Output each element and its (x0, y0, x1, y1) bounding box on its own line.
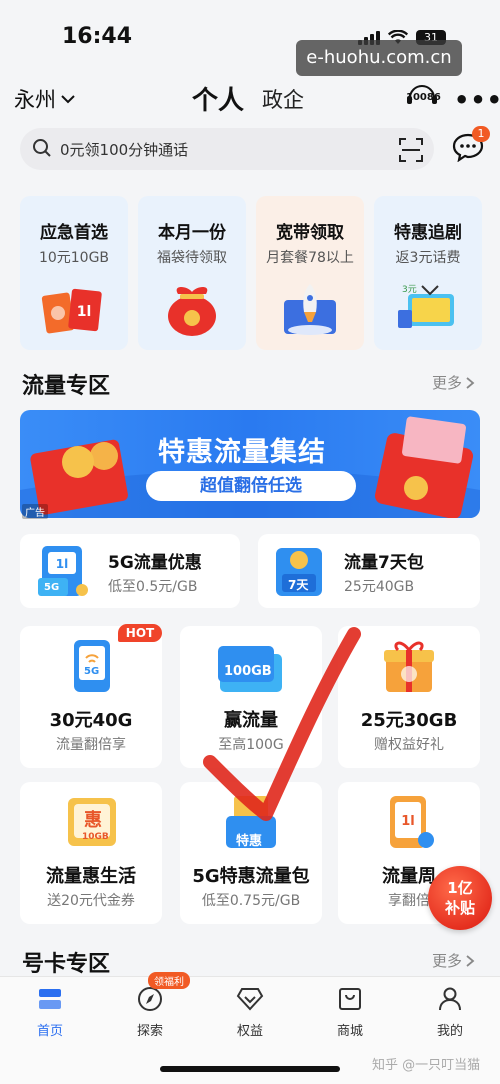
compass-icon (138, 987, 162, 1011)
svg-text:1l: 1l (401, 814, 415, 829)
promo-card-emergency[interactable]: 应急首选 10元10GB 1l (20, 196, 128, 350)
icon-text: 5G (44, 582, 60, 593)
grid-card-sub: 低至0.75元/GB (201, 893, 301, 909)
nav-label: 我的 (436, 1024, 463, 1039)
promo-title: 特惠追剧 (394, 223, 462, 243)
coupon-icon: 1l (41, 288, 102, 334)
tv-icon: 3元 (398, 285, 454, 328)
red-check-mark (203, 627, 361, 821)
nav-label: 权益 (236, 1024, 263, 1039)
flow-card-sub: 25元40GB (344, 579, 415, 595)
grid-card-title: 30元40G (49, 710, 133, 731)
message-badge: 1 (472, 126, 490, 142)
icon-text: 惠 (84, 810, 102, 831)
grid-card-title: 流量惠生活 (46, 866, 136, 887)
promo-sub: 返3元话费 (395, 250, 461, 266)
svg-text:1l: 1l (77, 304, 92, 320)
lucky-bag-icon (168, 287, 216, 336)
promo-title: 宽带领取 (276, 223, 344, 243)
nav-label: 探索 (136, 1024, 163, 1039)
promo-card-broadband[interactable]: 宽带领取 月套餐78以上 (256, 196, 364, 350)
more-icon[interactable]: ••• (454, 86, 500, 114)
flow-card-7day[interactable]: 7天 流量7天包 25元40GB (258, 534, 480, 608)
nav-benefits[interactable]: 权益 (220, 986, 280, 1039)
nav-home[interactable]: 首页 (20, 986, 80, 1039)
section-title-flow: 流量专区 (22, 374, 111, 399)
search-input[interactable]: 0元领100分钟通话 (60, 139, 188, 160)
promo-title: 本月一份 (158, 223, 226, 243)
icon-sub-text: 10GB (82, 832, 109, 842)
promo-sub: 10元10GB (38, 250, 110, 266)
chevron-down-icon (61, 95, 75, 104)
tab-personal[interactable]: 个人 (192, 80, 244, 117)
rocket-icon (284, 284, 336, 335)
ad-tag: 广告 (22, 504, 48, 519)
credit-watermark: 知乎 @一只叮当猫 (372, 1058, 481, 1073)
flow-card-5g[interactable]: 1l 5G 5G流量优惠 低至0.5元/GB (20, 534, 240, 608)
more-link-flow[interactable]: 更多 (432, 372, 475, 393)
more-label: 更多 (432, 952, 463, 970)
svg-text:3元: 3元 (402, 285, 417, 295)
flow-card-sub: 低至0.5元/GB (108, 579, 198, 595)
nav-label: 首页 (36, 1024, 63, 1039)
shop-bag-icon (339, 988, 361, 1010)
fab-line2: 补贴 (444, 899, 475, 917)
fab-line1: 1亿 (447, 879, 473, 897)
chevron-right-icon (466, 376, 475, 389)
search-icon (33, 139, 51, 157)
promo-row: 应急首选 10元10GB 1l 本月一份 福袋待领取 宽带领取 月套餐78以上 … (20, 196, 500, 352)
grid-card-30yuan[interactable]: 5G 30元40G 流量翻倍享 (20, 626, 162, 768)
icon-text: 7天 (288, 578, 309, 592)
section-title-cards: 号卡专区 (22, 952, 111, 977)
more-link-cards[interactable]: 更多 (432, 950, 475, 971)
service-label: 10086 (406, 92, 441, 103)
promo-title: 应急首选 (40, 223, 108, 243)
diamond-icon (236, 988, 264, 1011)
status-time: 16:44 (62, 24, 133, 49)
promo-card-gift[interactable]: 本月一份 福袋待领取 (138, 196, 246, 350)
nav-explore[interactable]: 探索 (120, 986, 180, 1039)
home-icon (39, 989, 61, 1009)
grid-card-title: 5G特惠流量包 (192, 866, 310, 887)
chevron-right-icon (466, 954, 475, 967)
promo-card-drama[interactable]: 特惠追剧 返3元话费 3元 (374, 196, 482, 350)
banner-title: 特惠流量集结 (158, 437, 326, 468)
person-icon (439, 987, 461, 1011)
grid-card-flow-life[interactable]: 惠 10GB 流量惠生活 送20元代金券 (20, 782, 162, 924)
more-label: 更多 (432, 374, 463, 392)
svg-text:1l: 1l (56, 557, 68, 571)
nav-label: 商城 (336, 1024, 363, 1039)
city-label: 永州 (14, 88, 56, 112)
nav-mine[interactable]: 我的 (420, 986, 480, 1039)
customer-service-icon[interactable]: 10086 (402, 82, 442, 112)
scan-icon[interactable] (398, 137, 424, 163)
grid-card-sub: 流量翻倍享 (56, 737, 126, 753)
welfare-badge: 领福利 (148, 972, 190, 989)
watermark: e-huohu.com.cn (296, 40, 462, 76)
promo-sub: 月套餐78以上 (266, 250, 354, 266)
hot-badge: HOT (118, 624, 162, 642)
icon-text: 5G (84, 666, 100, 677)
banner-pill[interactable]: 超值翻倍任选 (146, 471, 356, 501)
tab-gov[interactable]: 政企 (262, 84, 304, 114)
city-selector[interactable]: 永州 (14, 84, 76, 114)
promo-sub: 福袋待领取 (157, 250, 227, 266)
flow-card-title: 5G流量优惠 (108, 553, 202, 573)
home-indicator (160, 1066, 340, 1072)
flow-card-title: 流量7天包 (344, 553, 424, 573)
subsidy-fab[interactable]: 1亿 补贴 (428, 866, 492, 930)
icon-text: 特惠 (236, 834, 263, 849)
phone-clock-icon: 1l (390, 796, 434, 848)
gift-box-icon (384, 641, 434, 692)
nav-mall[interactable]: 商城 (320, 986, 380, 1039)
grid-card-sub: 送20元代金券 (47, 893, 135, 909)
